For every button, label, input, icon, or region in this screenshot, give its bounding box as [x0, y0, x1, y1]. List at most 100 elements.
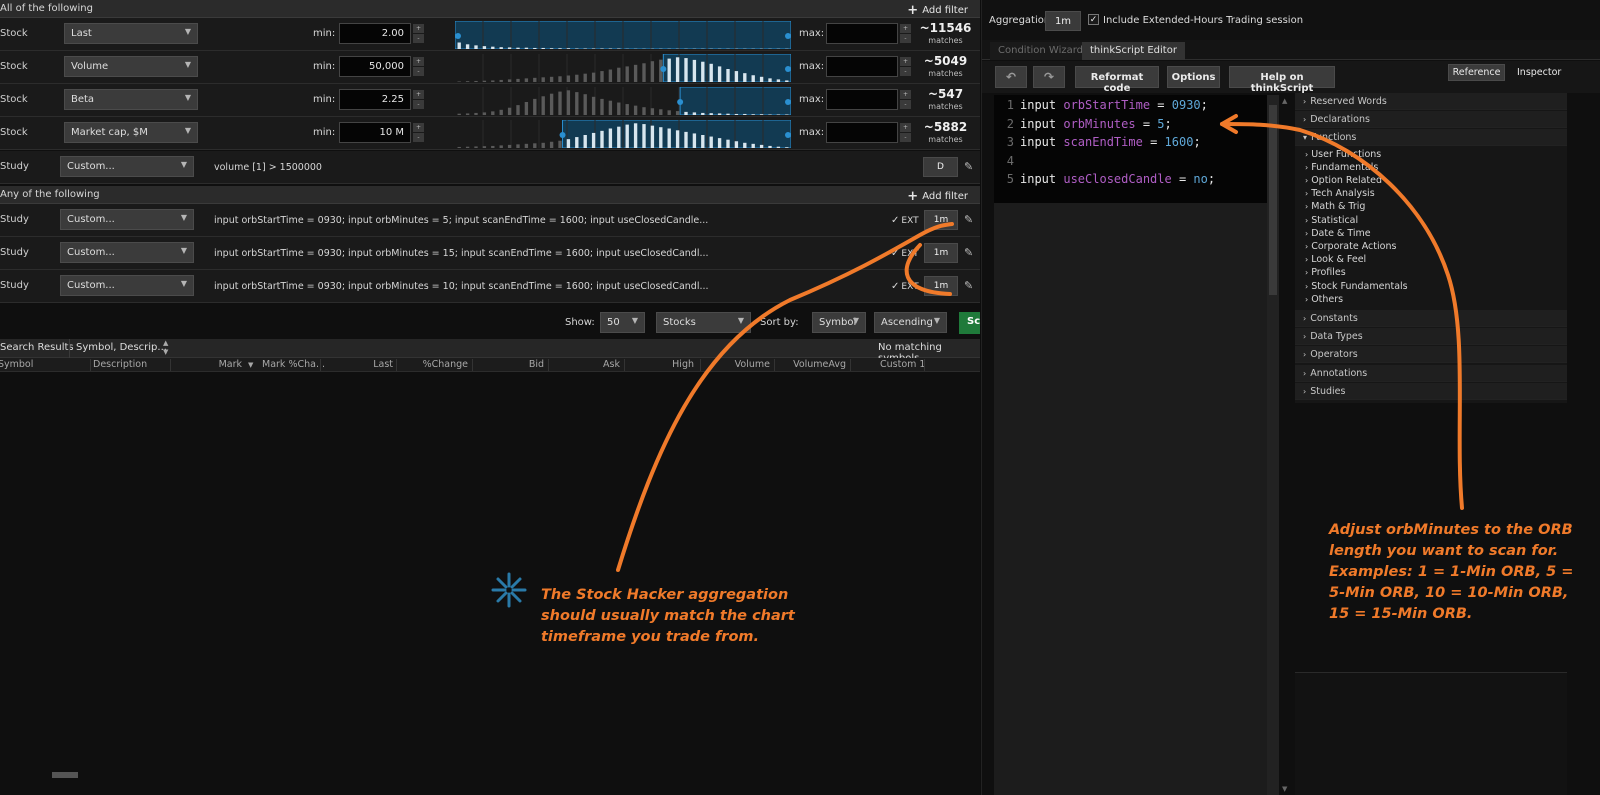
inspector-section[interactable]: ▾ Functions — [1295, 129, 1567, 147]
step-down-icon[interactable]: - — [900, 100, 911, 109]
step-up-icon[interactable]: + — [900, 90, 911, 99]
sort-order-dropdown[interactable]: Ascending ▼ — [874, 312, 947, 333]
tab-thinkscript-editor[interactable]: thinkScript Editor — [1082, 42, 1185, 60]
undo-button[interactable]: ↶ — [995, 66, 1027, 88]
filter-field-dropdown[interactable]: Volume ▼ — [64, 56, 198, 77]
code-editor[interactable]: 1 input orbStartTime = 0930; 2 input orbMin… — [994, 95, 1279, 795]
column-divider[interactable] — [396, 359, 397, 371]
edit-pencil-icon[interactable]: ✎ — [964, 160, 973, 173]
min-stepper[interactable]: + - — [413, 57, 424, 76]
step-down-icon[interactable]: - — [413, 133, 424, 142]
inspector-function-item[interactable]: › Option Related — [1305, 175, 1382, 186]
code-line[interactable]: input orbStartTime = 0930; — [1020, 98, 1208, 112]
range-min-handle[interactable] — [559, 132, 566, 138]
max-input[interactable] — [826, 89, 898, 110]
column-header[interactable]: Description — [93, 359, 147, 370]
range-max-handle[interactable] — [785, 132, 791, 138]
column-header[interactable]: Volume — [735, 359, 770, 370]
column-header[interactable]: High — [672, 359, 694, 370]
distribution-histogram[interactable] — [455, 21, 791, 49]
step-up-icon[interactable]: + — [900, 24, 911, 33]
ext-toggle[interactable]: ✓ EXT — [891, 281, 919, 292]
scrollbar-thumb[interactable] — [1269, 105, 1277, 295]
filter-field-dropdown[interactable]: Market cap, $M ▼ — [64, 122, 198, 143]
inspector-function-item[interactable]: › Stock Fundamentals — [1305, 281, 1408, 292]
reference-tab[interactable]: Reference — [1448, 64, 1505, 81]
aggregation-button[interactable]: 1m — [924, 243, 958, 263]
inspector-function-item[interactable]: › Statistical — [1305, 215, 1358, 226]
study-dropdown[interactable]: Custom... ▼ — [60, 156, 194, 177]
ext-hours-checkbox[interactable]: ✓ — [1088, 14, 1099, 25]
distribution-histogram[interactable] — [455, 54, 791, 82]
scroll-down-icon[interactable]: ▼ — [1282, 785, 1287, 793]
inspector-function-item[interactable]: › Math & Trig — [1305, 201, 1365, 212]
step-up-icon[interactable]: + — [413, 123, 424, 132]
inspector-section[interactable]: › Reserved Words — [1295, 93, 1567, 110]
inspector-section[interactable]: › Operators — [1295, 346, 1567, 364]
min-input[interactable]: 10 M — [339, 122, 411, 143]
max-input[interactable] — [826, 56, 898, 77]
spinner-arrows-icon[interactable]: ▲ ▼ — [163, 339, 168, 357]
column-divider[interactable] — [924, 359, 925, 371]
filter-field-dropdown[interactable]: Last ▼ — [64, 23, 198, 44]
column-header[interactable]: %Change — [423, 359, 468, 370]
column-divider[interactable] — [700, 359, 701, 371]
max-input[interactable] — [826, 122, 898, 143]
tab-condition-wizard[interactable]: Condition Wizard — [990, 42, 1092, 60]
max-stepper[interactable]: + - — [900, 90, 911, 109]
reformat-code-button[interactable]: Reformat code — [1075, 66, 1159, 94]
symbol-description-selector[interactable]: Symbol, Descrip... — [76, 342, 167, 353]
column-divider[interactable] — [624, 359, 625, 371]
step-down-icon[interactable]: - — [413, 34, 424, 43]
min-stepper[interactable]: + - — [413, 90, 424, 109]
step-down-icon[interactable]: - — [413, 67, 424, 76]
aggregation-button[interactable]: 1m — [924, 210, 958, 230]
step-up-icon[interactable]: + — [413, 57, 424, 66]
column-divider[interactable] — [90, 359, 91, 371]
min-stepper[interactable]: + - — [413, 123, 424, 142]
max-stepper[interactable]: + - — [900, 57, 911, 76]
ext-toggle[interactable]: ✓ EXT — [891, 215, 919, 226]
inspector-section[interactable]: › Data Types — [1295, 328, 1567, 346]
range-min-handle[interactable] — [677, 99, 684, 105]
column-header[interactable]: Mark %Cha... — [262, 359, 325, 370]
show-count-dropdown[interactable]: 50 ▼ — [600, 312, 645, 333]
column-divider[interactable] — [548, 359, 549, 371]
edit-pencil-icon[interactable]: ✎ — [964, 246, 973, 259]
min-input[interactable]: 2.00 — [339, 23, 411, 44]
max-stepper[interactable]: + - — [900, 123, 911, 142]
search-results-tab[interactable]: Search Results — [0, 342, 74, 353]
inspector-function-item[interactable]: › Date & Time — [1305, 228, 1371, 239]
inspector-function-item[interactable]: › Corporate Actions — [1305, 241, 1396, 252]
distribution-histogram[interactable] — [455, 120, 791, 148]
step-down-icon[interactable]: - — [900, 133, 911, 142]
column-divider[interactable] — [774, 359, 775, 371]
column-header[interactable]: Symbol — [0, 359, 33, 370]
editor-scrollbar[interactable] — [1267, 95, 1279, 795]
redo-button[interactable]: ↷ — [1033, 66, 1065, 88]
step-down-icon[interactable]: - — [413, 100, 424, 109]
filter-field-dropdown[interactable]: Beta ▼ — [64, 89, 198, 110]
step-up-icon[interactable]: + — [413, 24, 424, 33]
inspector-function-item[interactable]: › Fundamentals — [1305, 162, 1378, 173]
selected-range[interactable] — [679, 87, 791, 115]
code-line[interactable]: input orbMinutes = 5; — [1020, 117, 1172, 131]
aggregation-button[interactable]: 1m — [924, 276, 958, 296]
code-area[interactable]: 1 input orbStartTime = 0930; 2 input orbMin… — [994, 95, 1279, 203]
inspector-section[interactable]: › Annotations — [1295, 364, 1567, 382]
range-max-handle[interactable] — [785, 66, 791, 72]
code-line[interactable] — [1020, 154, 1027, 168]
study-dropdown[interactable]: Custom... ▼ — [60, 209, 194, 230]
range-max-handle[interactable] — [785, 33, 791, 39]
edit-pencil-icon[interactable]: ✎ — [964, 213, 973, 226]
sort-by-dropdown[interactable]: Symbol ▼ — [812, 312, 866, 333]
column-header[interactable]: Last — [373, 359, 393, 370]
range-max-handle[interactable] — [785, 99, 791, 105]
study-dropdown[interactable]: Custom... ▼ — [60, 275, 194, 296]
min-input[interactable]: 50,000 — [339, 56, 411, 77]
aggregation-button[interactable]: D — [923, 157, 958, 177]
column-header[interactable]: Ask — [603, 359, 620, 370]
min-stepper[interactable]: + - — [413, 24, 424, 43]
add-filter-button[interactable]: + Add filter — [907, 2, 968, 18]
add-filter-button-any[interactable]: + Add filter — [907, 188, 968, 204]
